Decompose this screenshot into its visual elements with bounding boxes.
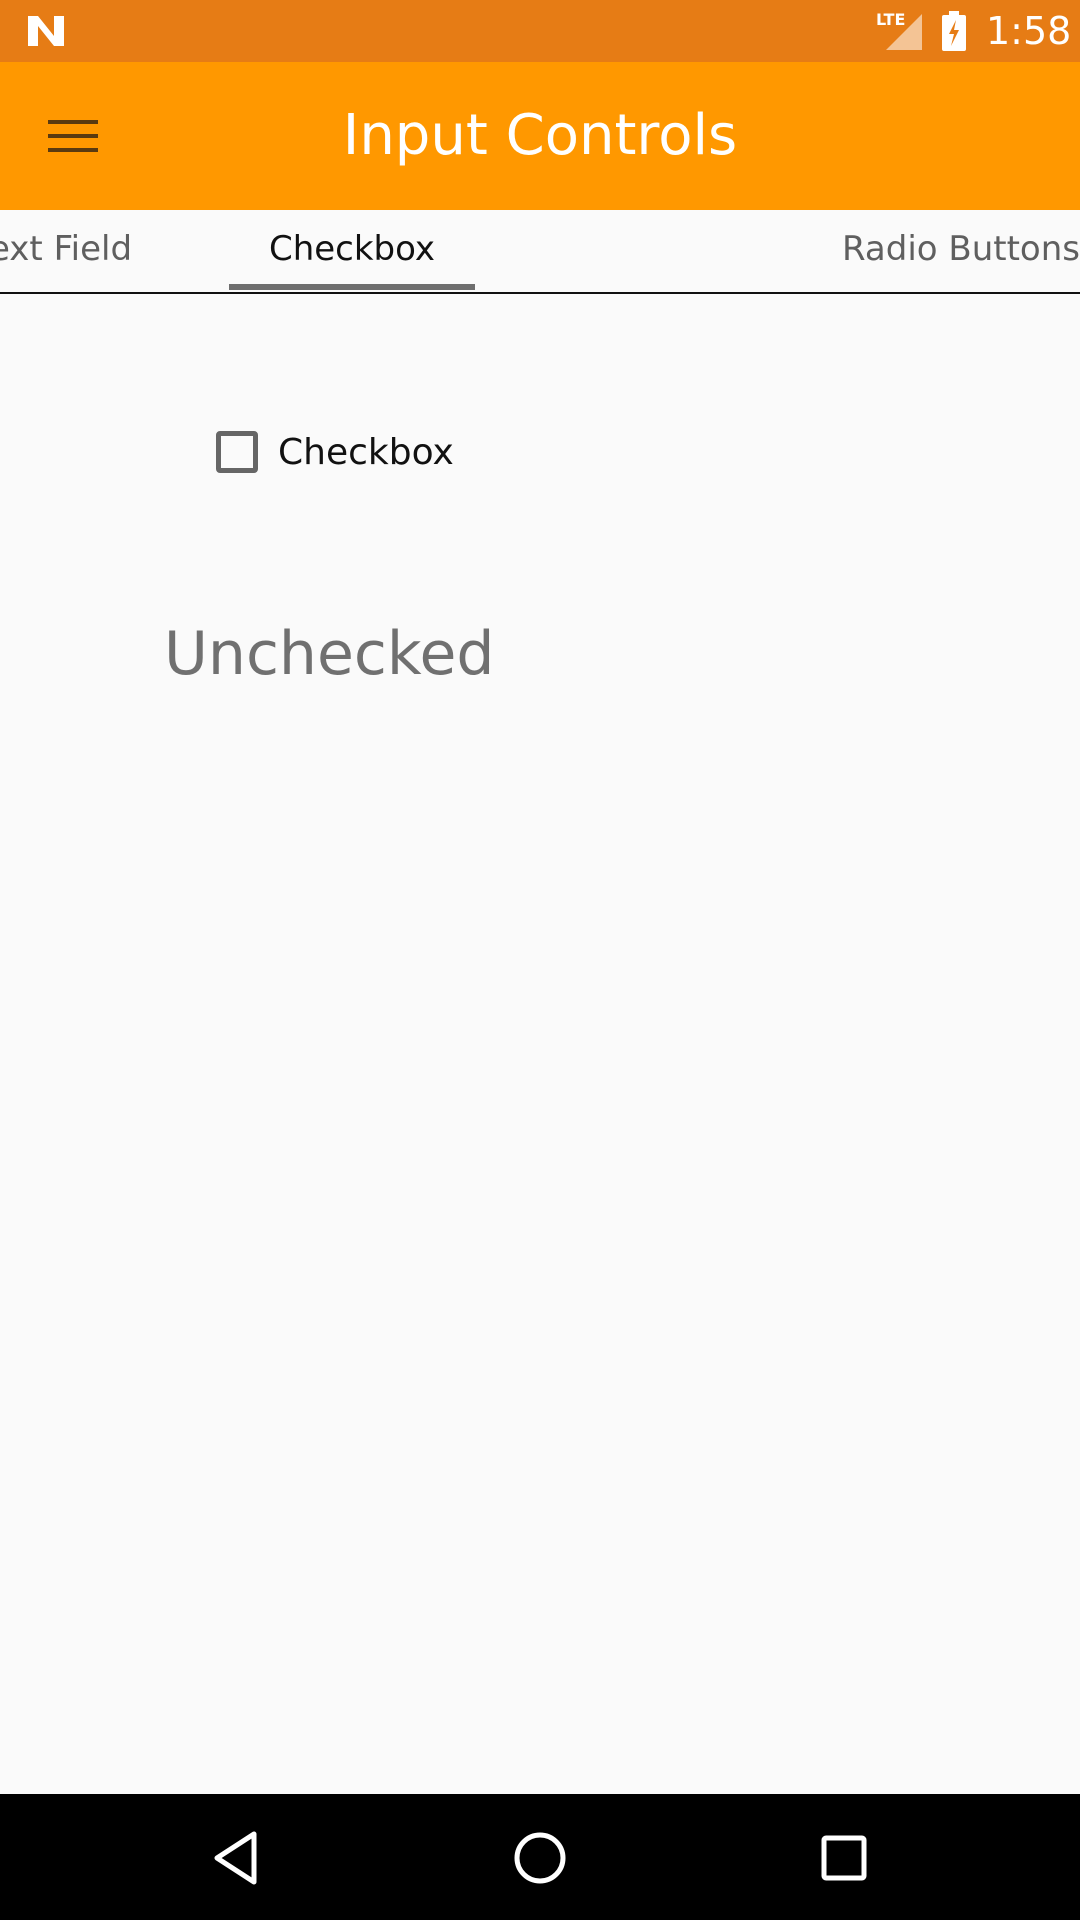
status-bar: LTE 1:58: [0, 0, 1080, 62]
checkbox[interactable]: Checkbox: [208, 420, 454, 484]
recents-icon: [821, 1835, 867, 1881]
checkbox-label: Checkbox: [278, 431, 454, 473]
network-label: LTE: [876, 10, 906, 29]
menu-button[interactable]: [32, 100, 114, 172]
home-icon: [514, 1832, 566, 1884]
screen: LTE 1:58 Input Controls Text Field Check…: [0, 0, 1080, 1920]
clock: 1:58: [986, 9, 1072, 53]
recents-button[interactable]: [802, 1816, 886, 1900]
checkbox-status-text: Unchecked: [164, 619, 495, 689]
navigation-bar: [0, 1794, 1080, 1920]
back-button[interactable]: [194, 1816, 278, 1900]
checkbox-box-icon[interactable]: [216, 431, 258, 473]
tab-radio-buttons[interactable]: Radio Buttons: [842, 210, 1080, 292]
app-bar: Input Controls: [0, 62, 1080, 210]
tab-text-field[interactable]: Text Field: [0, 210, 132, 292]
app-title: Input Controls: [342, 103, 738, 168]
tab-indicator: [229, 284, 475, 290]
tab-bar: Text Field Checkbox Radio Buttons: [0, 210, 1080, 294]
hamburger-menu-icon: [48, 120, 98, 152]
battery-charging-icon: [942, 11, 966, 51]
tab-checkbox[interactable]: Checkbox: [229, 210, 475, 292]
home-button[interactable]: [498, 1816, 582, 1900]
n-logo-icon: [28, 16, 64, 46]
back-icon: [214, 1831, 257, 1885]
